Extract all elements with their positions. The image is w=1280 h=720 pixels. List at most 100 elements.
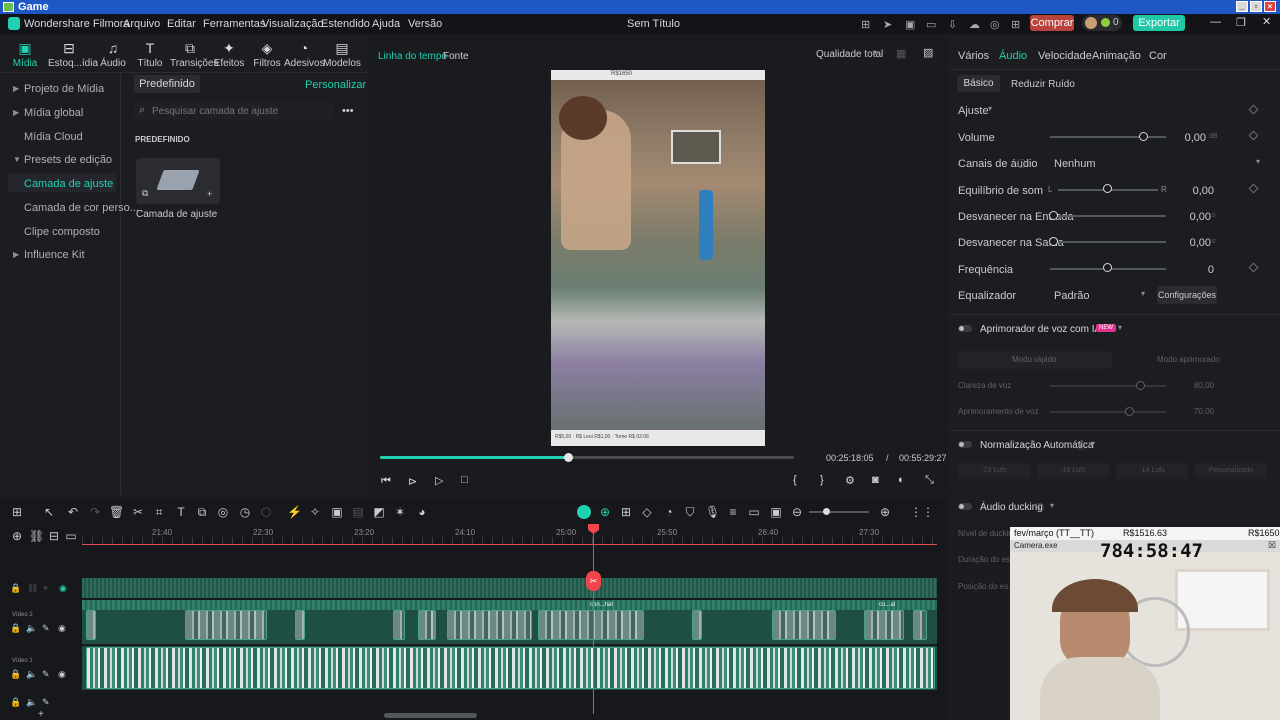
- collapse-arrow-icon[interactable]: ▼: [13, 155, 21, 164]
- tab-animacao[interactable]: Animação: [1092, 50, 1141, 62]
- speed-icon[interactable]: ◎: [216, 505, 230, 519]
- restore-icon[interactable]: ❐: [1236, 16, 1246, 29]
- video-clip[interactable]: [418, 610, 436, 640]
- fadeout-value[interactable]: 0,00: [1171, 237, 1211, 249]
- visibility-icon[interactable]: ◉: [59, 583, 67, 594]
- text-icon[interactable]: T: [174, 505, 188, 519]
- palette-icon[interactable]: ◕: [415, 505, 429, 519]
- add-icon[interactable]: +: [207, 189, 212, 199]
- section-ajuste[interactable]: Ajuste: [958, 105, 989, 117]
- track-type-icon[interactable]: ⌖: [43, 583, 48, 594]
- stop-icon[interactable]: □: [461, 474, 468, 486]
- camera-icon[interactable]: ◙: [872, 474, 879, 486]
- fadeout-slider[interactable]: [1053, 241, 1166, 243]
- keyframe-panel-icon[interactable]: ◇: [640, 505, 654, 519]
- sidebar-item-camada-cor[interactable]: Camada de cor perso...: [24, 202, 139, 214]
- subtab-reduzir-ruido[interactable]: Reduzir Ruído: [1011, 79, 1075, 90]
- redo-icon[interactable]: ↷: [88, 505, 102, 519]
- channels-select[interactable]: Nenhum: [1054, 158, 1096, 170]
- sidebar-item-clipe-composto[interactable]: Clipe composto: [24, 226, 100, 238]
- account-chip[interactable]: 0: [1082, 15, 1122, 31]
- timer-icon[interactable]: ◷: [238, 505, 252, 519]
- toolbar-adesivos[interactable]: ◔ Adesivos: [284, 40, 325, 69]
- search-box[interactable]: ⌕: [134, 102, 334, 120]
- lufs-custom-button[interactable]: Personalizado: [1195, 463, 1267, 479]
- ai-tool-icon[interactable]: ⚡: [287, 505, 302, 519]
- volume-knob[interactable]: [1139, 132, 1148, 141]
- video-clip[interactable]: [772, 610, 836, 640]
- toolbar-efeitos[interactable]: ✦ Efeitos: [209, 40, 249, 69]
- video-clip[interactable]: [393, 610, 405, 640]
- audio-effect-icon[interactable]: ✎: [42, 697, 50, 708]
- mic-icon[interactable]: 🎙: [705, 505, 720, 519]
- menu-ferramentas[interactable]: Ferramentas: [203, 18, 265, 30]
- play-icon[interactable]: ▷: [435, 474, 443, 487]
- enhance-slider[interactable]: [1050, 411, 1166, 413]
- voice-enhancer-toggle[interactable]: [958, 325, 972, 332]
- track2-lock-icon[interactable]: 🔒: [10, 623, 21, 634]
- cloud-icon[interactable]: ☁: [969, 18, 980, 31]
- magic-icon[interactable]: ✶: [393, 505, 407, 519]
- lock-icon[interactable]: 🔒: [10, 583, 21, 594]
- zoom-out-icon[interactable]: ⊖: [790, 505, 804, 519]
- ripple-icon[interactable]: ⊕: [598, 505, 612, 519]
- fadein-slider[interactable]: [1053, 215, 1166, 217]
- search-input[interactable]: [152, 103, 330, 119]
- os-minimize-button[interactable]: _: [1236, 1, 1248, 12]
- menu-ajuda[interactable]: Ajuda: [372, 18, 400, 30]
- tab-varios[interactable]: Vários: [958, 50, 989, 62]
- track1-mute-icon[interactable]: 🔈: [26, 669, 37, 680]
- equalizer-settings-button[interactable]: Configurações: [1157, 286, 1217, 304]
- link-icon[interactable]: ⛓: [29, 529, 44, 543]
- add-icon[interactable]: +: [38, 709, 44, 720]
- ducking-toggle[interactable]: [958, 503, 972, 510]
- expand-arrow-icon[interactable]: ▶: [13, 250, 19, 259]
- select-tool-icon[interactable]: ↖: [42, 505, 56, 519]
- menu-versao[interactable]: Versão: [408, 18, 442, 30]
- render-preview-icon[interactable]: ▣: [769, 505, 783, 519]
- track1-effect-icon[interactable]: ✎: [42, 669, 50, 680]
- fadein-knob[interactable]: [1049, 211, 1058, 220]
- auto-highlight-icon[interactable]: ⊟: [47, 529, 61, 543]
- tab-source-preview[interactable]: Fonte: [443, 51, 469, 62]
- audio-monitor-icon[interactable]: ◐: [898, 474, 905, 486]
- menu-arquivo[interactable]: Arquivo: [123, 18, 160, 30]
- help-icon[interactable]: ⓘ: [1017, 157, 1026, 170]
- audio-lock-icon[interactable]: 🔒: [10, 697, 21, 708]
- tab-cor[interactable]: Cor: [1149, 50, 1167, 62]
- sidebar-item-camada-ajuste[interactable]: Camada de ajuste: [24, 178, 113, 190]
- track2-effect-icon[interactable]: ✎: [42, 623, 50, 634]
- frequency-knob[interactable]: [1103, 263, 1112, 272]
- track-layout-icon[interactable]: ▭: [64, 529, 78, 543]
- toolbar-filtros[interactable]: ◈ Filtros: [247, 40, 287, 69]
- fadein-value[interactable]: 0,00: [1171, 211, 1211, 223]
- frequency-value[interactable]: 0: [1174, 264, 1214, 276]
- close-icon[interactable]: ✕: [1262, 15, 1271, 28]
- copy-icon[interactable]: ⧉: [195, 505, 209, 519]
- download-icon[interactable]: ⇩: [948, 18, 957, 31]
- toolbar-titulo[interactable]: T Título: [130, 40, 170, 69]
- fadeout-knob[interactable]: [1049, 237, 1058, 246]
- expand-arrow-icon[interactable]: ▶: [13, 84, 19, 93]
- clarity-slider[interactable]: [1050, 385, 1166, 387]
- track-settings-icon[interactable]: ⋮⋮: [910, 505, 934, 519]
- ai-effect-icon[interactable]: ✧: [308, 505, 322, 519]
- render-icon[interactable]: ⚙: [845, 474, 855, 487]
- play-frame-icon[interactable]: ⊳: [408, 475, 417, 488]
- balance-knob[interactable]: [1103, 184, 1112, 193]
- expand-arrow-icon[interactable]: ▶: [13, 108, 19, 117]
- toolbar-audio[interactable]: ♫ Áudio: [93, 40, 133, 69]
- export-button[interactable]: Exportar: [1133, 15, 1185, 31]
- subtitle-icon[interactable]: ▭: [747, 505, 761, 519]
- timeline-scrollbar[interactable]: [384, 713, 477, 718]
- add-track-icon[interactable]: ⊕: [10, 529, 24, 543]
- zoom-knob[interactable]: [823, 508, 830, 515]
- toolbar-estoque[interactable]: ⊟ Estoq...ídia: [48, 40, 98, 69]
- toolbar-modelos[interactable]: ▤ Modelos: [322, 40, 362, 69]
- tab-audio[interactable]: Áudio: [999, 50, 1027, 62]
- mask-icon[interactable]: ▣: [330, 505, 344, 519]
- video-clip[interactable]: [913, 610, 927, 640]
- zoom-slider[interactable]: [809, 511, 869, 513]
- buy-button[interactable]: Comprar: [1030, 15, 1074, 31]
- track2-mute-icon[interactable]: 🔈: [26, 623, 37, 634]
